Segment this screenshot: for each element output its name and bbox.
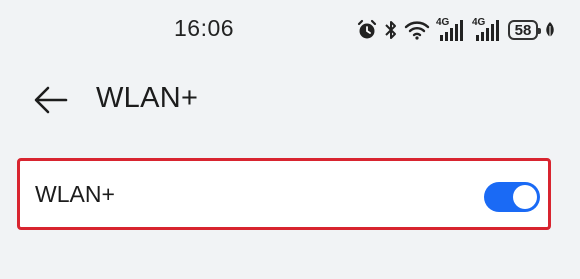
back-arrow-icon: [34, 86, 68, 114]
page-title: WLAN+: [96, 82, 199, 114]
bluetooth-icon: [384, 18, 398, 42]
header: WLAN+: [0, 70, 580, 130]
wlan-plus-toggle[interactable]: [484, 182, 540, 212]
settings-screen: 16:06 4G 4G 58 WLAN+ WLAN+: [0, 0, 580, 279]
back-button[interactable]: [28, 80, 74, 120]
battery-icon: 58: [508, 20, 541, 40]
wlan-plus-label: WLAN+: [35, 181, 115, 207]
network-type-label: 4G: [472, 17, 486, 28]
network-type-label: 4G: [436, 17, 450, 28]
wlan-plus-setting-row[interactable]: WLAN+: [17, 158, 551, 230]
status-icons: 4G 4G 58: [356, 17, 556, 43]
signal-icon: 4G: [436, 18, 466, 42]
signal-icon: 4G: [472, 18, 502, 42]
leaf-icon: [544, 18, 556, 42]
alarm-icon: [356, 18, 378, 42]
status-time: 16:06: [174, 15, 235, 41]
wifi-icon: [404, 18, 430, 42]
battery-level: 58: [514, 21, 532, 39]
status-bar: 16:06 4G 4G 58: [0, 0, 580, 62]
toggle-knob: [513, 185, 537, 209]
